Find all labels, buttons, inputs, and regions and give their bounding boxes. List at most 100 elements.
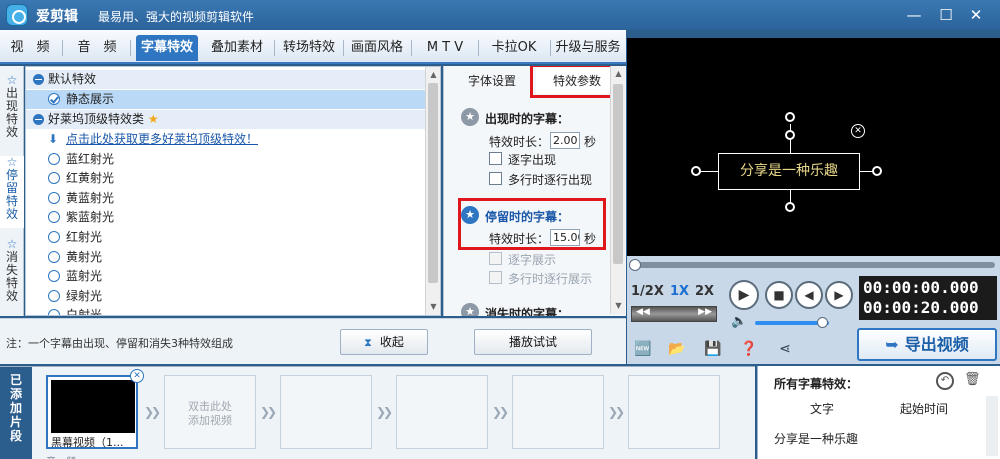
tab-transitions[interactable]: 转场特效: [277, 35, 341, 61]
play-preview-button[interactable]: 播放试试: [474, 329, 592, 355]
radio-icon[interactable]: [48, 309, 60, 315]
remove-clip-icon[interactable]: ✕: [130, 369, 144, 383]
volume-knob[interactable]: [817, 317, 829, 328]
list-item[interactable]: 白射光: [26, 306, 426, 315]
fx-panel-scrollbar[interactable]: [986, 396, 998, 456]
char-by-char-checkbox[interactable]: [489, 152, 502, 165]
list-item[interactable]: 红黄射光: [26, 169, 426, 188]
scroll-thumb[interactable]: [428, 83, 438, 283]
stop-button[interactable]: ■: [765, 281, 793, 309]
stay-char-checkbox[interactable]: [489, 252, 502, 265]
get-more-effects-link[interactable]: ⬇ 点击此处获取更多好莱坞顶级特效！: [26, 130, 426, 149]
tab-mtv[interactable]: M T V: [416, 35, 474, 61]
resize-handle-left[interactable]: [691, 166, 701, 176]
scroll-thumb[interactable]: [613, 84, 623, 264]
rotate-handle[interactable]: [785, 112, 795, 122]
tab-font-settings[interactable]: 字体设置: [452, 68, 532, 94]
maximize-button[interactable]: ☐: [936, 5, 956, 25]
empty-clip-slot[interactable]: [280, 375, 372, 449]
speed-double[interactable]: 2X: [695, 284, 714, 299]
tab-appear-effects[interactable]: ☆ 出现特效: [0, 74, 24, 144]
tab-overlay[interactable]: 叠加素材: [204, 35, 270, 61]
close-icon[interactable]: ✕: [851, 124, 865, 138]
list-item[interactable]: 紫蓝射光: [26, 208, 426, 227]
empty-clip-slot[interactable]: [512, 375, 604, 449]
new-project-icon[interactable]: 🆕: [633, 340, 653, 358]
tab-karaoke[interactable]: 卡拉OK: [482, 35, 546, 61]
shuttle-slider[interactable]: ◀◀ ▶▶: [631, 306, 717, 322]
speed-normal[interactable]: 1X: [670, 284, 689, 299]
minimize-button[interactable]: —: [904, 5, 924, 25]
tab-caption-effects[interactable]: 字幕特效: [136, 35, 198, 61]
radio-icon[interactable]: [48, 153, 60, 165]
col-header-text: 文字: [810, 402, 835, 416]
scroll-up-icon[interactable]: ▲: [611, 66, 626, 81]
resize-handle-bottom[interactable]: [785, 202, 795, 212]
next-frame-button[interactable]: ▶: [825, 281, 853, 309]
empty-clip-slot[interactable]: [628, 375, 720, 449]
radio-icon[interactable]: [48, 231, 60, 243]
group-default-effects[interactable]: 默认特效: [26, 70, 426, 89]
tab-vanish-effects[interactable]: ☆ 消失特效: [0, 238, 24, 310]
progress-knob[interactable]: [629, 259, 641, 271]
settings-scrollbar[interactable]: ▲ ▼: [610, 66, 625, 314]
tab-picture-style[interactable]: 画面风格: [346, 35, 408, 61]
list-item[interactable]: 黄蓝射光: [26, 189, 426, 208]
clip-black-video[interactable]: 黑幕视频（1... ✕: [46, 369, 144, 449]
stay-line-checkbox[interactable]: [489, 271, 502, 284]
video-preview[interactable]: 分享是一种乐趣 ✕: [627, 38, 1000, 256]
item-label: 静态展示: [66, 92, 115, 106]
radio-icon[interactable]: [48, 172, 60, 184]
scroll-down-icon[interactable]: ▼: [611, 298, 626, 313]
play-button[interactable]: ▶: [729, 280, 759, 310]
group-label: 好莱坞顶级特效类 ★: [48, 110, 159, 129]
list-item-static[interactable]: 静态展示: [26, 90, 426, 109]
tab-audio[interactable]: 音 频: [70, 35, 124, 61]
radio-icon[interactable]: [48, 270, 60, 282]
radio-icon[interactable]: [48, 93, 60, 105]
line-by-line-checkbox[interactable]: [489, 172, 502, 185]
tab-stay-effects[interactable]: ☆ 停留特效: [0, 156, 24, 228]
tab-video[interactable]: 视 频: [4, 35, 56, 61]
tab-upgrade-service[interactable]: 升级与服务: [553, 35, 623, 61]
resize-handle-top[interactable]: [785, 130, 795, 140]
collapse-button[interactable]: ⧗ 收起: [340, 329, 428, 355]
list-scrollbar[interactable]: ▲ ▼: [425, 67, 440, 315]
list-item[interactable]: 蓝射光: [26, 267, 426, 286]
appear-duration-input[interactable]: 2.00: [550, 132, 580, 149]
menu-divider: [411, 40, 412, 56]
prev-frame-button[interactable]: ◀: [795, 281, 823, 309]
trash-icon[interactable]: 🗑: [964, 372, 981, 387]
list-item[interactable]: 蓝红射光: [26, 150, 426, 169]
collapse-group-icon[interactable]: [33, 114, 44, 125]
scroll-up-icon[interactable]: ▲: [426, 67, 440, 82]
volume-icon[interactable]: 🔈: [731, 314, 747, 329]
help-icon[interactable]: ❓: [739, 340, 759, 358]
speed-half[interactable]: 1/2X: [631, 284, 664, 299]
radio-icon[interactable]: [48, 192, 60, 204]
radio-icon[interactable]: [48, 290, 60, 302]
group-premium-effects[interactable]: 好莱坞顶级特效类 ★: [26, 110, 426, 129]
close-button[interactable]: ✕: [966, 5, 986, 25]
volume-slider[interactable]: [755, 317, 829, 328]
open-folder-icon[interactable]: 📂: [667, 340, 687, 358]
caption-text-box[interactable]: 分享是一种乐趣: [718, 153, 860, 190]
save-icon[interactable]: 💾: [703, 340, 723, 358]
radio-icon[interactable]: [48, 251, 60, 263]
more-effects-label[interactable]: 点击此处获取更多好莱坞顶级特效！: [66, 130, 258, 149]
list-item[interactable]: 红射光: [26, 228, 426, 247]
empty-clip-slot[interactable]: 双击此处 添加视频: [164, 375, 256, 449]
playback-progress[interactable]: [629, 259, 995, 271]
collapse-group-icon[interactable]: [33, 74, 44, 85]
resize-handle-right[interactable]: [872, 166, 882, 176]
export-video-button[interactable]: ➥ 导出视频: [857, 328, 997, 361]
scroll-down-icon[interactable]: ▼: [426, 299, 440, 314]
radio-icon[interactable]: [48, 211, 60, 223]
empty-clip-slot[interactable]: [396, 375, 488, 449]
share-icon[interactable]: ⋖: [775, 340, 795, 358]
list-item[interactable]: 黄射光: [26, 248, 426, 267]
menu-divider: [274, 40, 275, 56]
undo-icon[interactable]: ↶: [936, 372, 954, 390]
list-item[interactable]: 绿射光: [26, 287, 426, 306]
fx-row-text[interactable]: 分享是一种乐趣: [774, 430, 858, 447]
